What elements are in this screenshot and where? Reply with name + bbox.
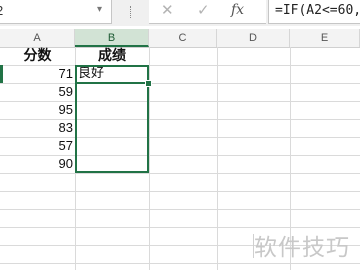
name-box[interactable]: 2 ▾: [0, 0, 112, 24]
cancel-icon[interactable]: ✕: [161, 1, 174, 19]
formula-text: =IF(A2<=60,: [275, 3, 360, 18]
watermark: 软件技巧: [254, 235, 350, 261]
cell-a6[interactable]: 57: [0, 137, 75, 155]
column-header-d[interactable]: D: [217, 29, 290, 47]
cell-a2[interactable]: 71: [0, 65, 75, 83]
formula-bar: 2 ▾ ✕ ✓ fx =IF(A2<=60,: [0, 0, 360, 26]
column-header-a[interactable]: A: [0, 29, 75, 47]
grid-line: [0, 263, 360, 264]
column-header-e[interactable]: E: [290, 29, 360, 47]
cell-a3[interactable]: 59: [0, 83, 75, 101]
insert-function-icon[interactable]: fx: [231, 2, 244, 18]
cell-a1[interactable]: 分数: [0, 47, 75, 65]
grid-line: [217, 47, 218, 270]
active-cell-border: [75, 65, 149, 84]
cell-a7[interactable]: 90: [0, 155, 75, 173]
cell-a5[interactable]: 83: [0, 119, 75, 137]
grid-line: [0, 173, 360, 174]
cell-b1[interactable]: 成绩: [75, 47, 149, 65]
column-header-row: A B C D E: [0, 29, 360, 48]
fill-handle[interactable]: [145, 80, 152, 87]
grid-line: [0, 209, 360, 210]
cell-a4[interactable]: 95: [0, 101, 75, 119]
enter-icon[interactable]: ✓: [197, 1, 210, 19]
chevron-down-icon[interactable]: ▾: [97, 4, 102, 15]
name-box-value: 2: [0, 3, 3, 18]
column-header-c[interactable]: C: [149, 29, 217, 47]
column-header-b[interactable]: B: [75, 29, 149, 47]
formula-input[interactable]: =IF(A2<=60,: [268, 0, 360, 24]
grid-line: [0, 191, 360, 192]
formula-bar-separator: [130, 6, 133, 18]
